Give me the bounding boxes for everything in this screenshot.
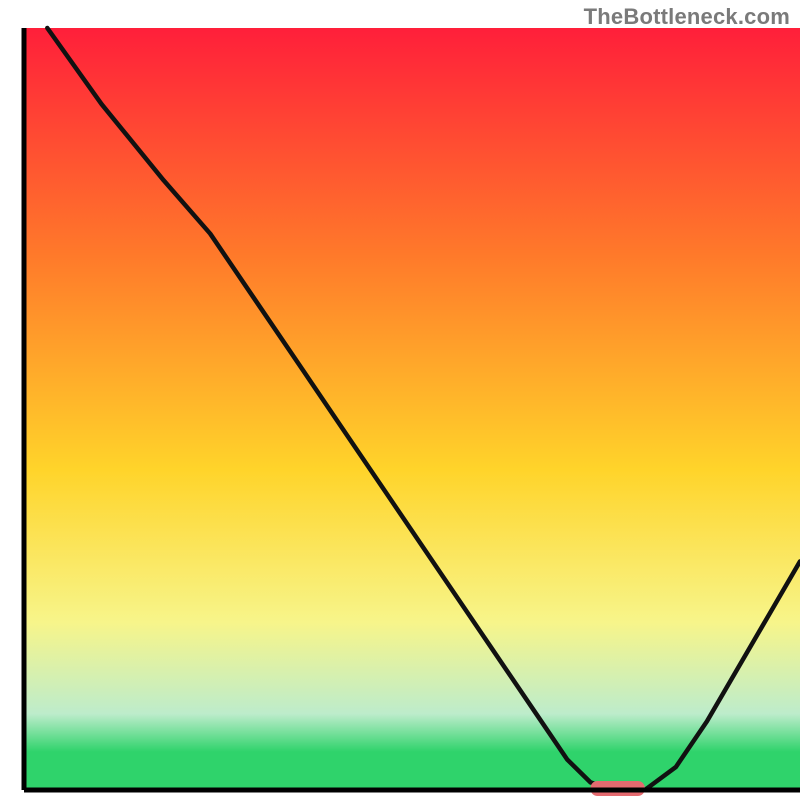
bottleneck-chart — [0, 0, 800, 800]
attribution-label: TheBottleneck.com — [584, 4, 790, 30]
chart-container: TheBottleneck.com — [0, 0, 800, 800]
plot-area — [24, 28, 800, 796]
gradient-background — [24, 28, 800, 790]
